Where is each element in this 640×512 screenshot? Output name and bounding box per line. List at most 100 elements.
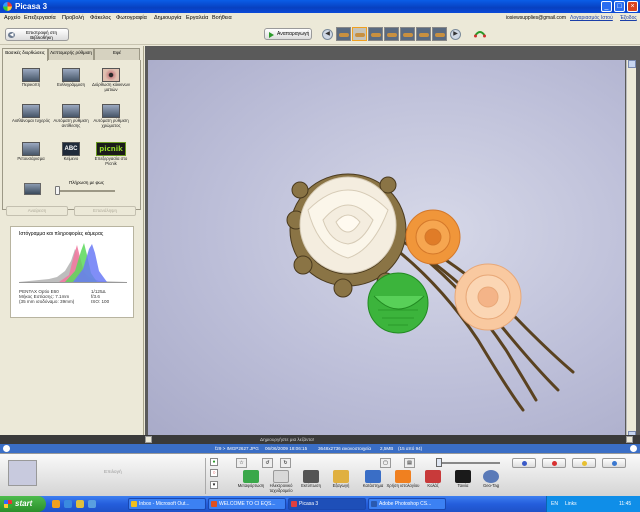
straighten-label: Ευθυγράμμιση <box>57 82 85 87</box>
shop-button[interactable]: Κατάστημα <box>356 470 390 489</box>
redo-button[interactable]: Επανάληψη <box>74 206 136 216</box>
tags-button[interactable] <box>572 458 596 468</box>
straighten-tool[interactable]: Ευθυγράμμιση <box>51 68 91 88</box>
previous-photo-button[interactable]: ◀ <box>322 29 333 40</box>
quicklaunch-outlook-icon[interactable] <box>76 500 84 508</box>
minimize-button[interactable]: _ <box>601 1 612 12</box>
star-button[interactable]: ☆ <box>236 458 247 468</box>
collage-button[interactable]: Κολάζ <box>416 470 450 489</box>
task-browser[interactable]: WELCOME TO CI EQS... <box>208 498 286 510</box>
vertical-scrollbar[interactable] <box>626 60 636 440</box>
straighten-icon <box>62 68 80 82</box>
redeye-tool[interactable]: Διόρθωση κόκκινων ματιών <box>91 68 131 93</box>
menu-create[interactable]: Δημιουργία <box>154 15 181 21</box>
filmstrip-thumbnail[interactable] <box>416 27 431 41</box>
back-to-library-button[interactable]: ◀ Επιστροφή στη Βιβλιοθήκη <box>5 28 69 41</box>
filmstrip-thumbnail-selected[interactable] <box>352 27 367 41</box>
fill-light-slider-track[interactable] <box>57 190 115 192</box>
add-to-album-icon[interactable]: ▾ <box>210 481 218 489</box>
maximize-button[interactable]: □ <box>614 1 625 12</box>
caption-toggle-button[interactable] <box>145 436 152 443</box>
email-button[interactable]: Ηλεκτρονικό ταχυδρομείο <box>264 470 298 493</box>
zoom-slider-track[interactable] <box>440 462 500 464</box>
scroll-up-button[interactable] <box>628 60 636 68</box>
auto-color-tool[interactable]: Αυτόματη ρύθμιση χρώματος <box>91 104 131 129</box>
task-outlook-label: Inbox - Microsoft Out... <box>139 501 190 507</box>
tray-thumbnail[interactable] <box>8 460 37 486</box>
clear-icon[interactable]: ○ <box>210 469 218 477</box>
quicklaunch-ie-icon[interactable] <box>64 500 72 508</box>
tab-tuning[interactable]: Λεπτομερής ρύθμιση <box>48 48 94 60</box>
task-outlook[interactable]: Inbox - Microsoft Out... <box>128 498 206 510</box>
print-button[interactable]: Εκτύπωση <box>294 470 328 489</box>
split-view-button[interactable]: ▤ <box>404 458 415 468</box>
view-mode-button[interactable]: ▢ <box>380 458 391 468</box>
close-button[interactable]: × <box>627 1 638 12</box>
quicklaunch-firefox-icon[interactable] <box>52 500 60 508</box>
auto-contrast-tool[interactable]: Αυτόματη ρύθμιση αντίθεσης <box>51 104 91 129</box>
status-position: (15 από 94) <box>398 446 423 451</box>
export-button[interactable]: Εξαγωγή <box>324 470 358 489</box>
zoom-slider-knob[interactable] <box>436 458 442 467</box>
filmstrip-thumbnail[interactable] <box>432 27 447 41</box>
system-tray: EN Links 11:45 <box>546 496 640 512</box>
undo-button[interactable]: Αναίρεση <box>6 206 68 216</box>
back-arrow-icon: ◀ <box>8 32 15 38</box>
filmstrip-thumbnail[interactable] <box>368 27 383 41</box>
menu-edit[interactable]: Επεξεργασία <box>24 15 56 21</box>
crop-label: Περικοπή <box>21 82 41 87</box>
language-indicator[interactable]: EN <box>551 501 558 507</box>
info-icon[interactable] <box>3 445 10 452</box>
filmstrip-thumbnail[interactable] <box>336 27 351 41</box>
close-panel-icon[interactable] <box>630 445 637 452</box>
play-slideshow-button[interactable]: Αναπαραγωγή <box>264 28 312 40</box>
photo-bobby-pin-flowers <box>286 173 575 412</box>
fill-light-label: Πλήρωση με φως <box>69 180 105 185</box>
clock: 11:45 <box>619 501 632 507</box>
photo[interactable] <box>148 60 625 440</box>
properties-button[interactable] <box>602 458 626 468</box>
menu-tools[interactable]: Εργαλεία <box>186 15 208 21</box>
blog-button[interactable]: Χρήση ιστολογίου <box>386 470 420 489</box>
task-photoshop-label: Adobe Photoshop CS... <box>379 501 432 507</box>
menu-view[interactable]: Προβολή <box>62 15 84 21</box>
filmstrip-thumbnail[interactable] <box>384 27 399 41</box>
links-toolbar[interactable]: Links <box>565 501 577 507</box>
menu-file[interactable]: Αρχείο <box>4 15 20 21</box>
next-photo-button[interactable]: ▶ <box>450 29 461 40</box>
quicklaunch-desktop-icon[interactable] <box>88 500 96 508</box>
menu-folder[interactable]: Φάκελος <box>90 15 111 21</box>
share-icon[interactable] <box>474 30 486 38</box>
rotate-right-button[interactable]: ↻ <box>280 458 291 468</box>
retouch-tool[interactable]: Ρετουσάρισμα <box>11 142 51 162</box>
caption-input[interactable]: Δημιουργήστε μια λεζάντα! <box>260 437 314 442</box>
account-email: iosiewsupplies@gmail.com <box>505 15 566 21</box>
start-button[interactable]: start <box>0 496 46 512</box>
filmstrip-thumbnail[interactable] <box>400 27 415 41</box>
caption-clear-button[interactable] <box>626 436 633 443</box>
web-account-link[interactable]: Λογαριασμός Ιστού <box>570 15 613 21</box>
iso: ISO: 100 <box>91 299 110 305</box>
text-tool[interactable]: ABC Κείμενο <box>51 142 91 162</box>
task-photoshop[interactable]: Adobe Photoshop CS... <box>368 498 446 510</box>
firefox-icon <box>211 501 217 507</box>
upload-button[interactable]: Μεταφόρτωση <box>234 470 268 489</box>
task-picasa[interactable]: Picasa 3 <box>288 498 366 510</box>
fill-light-slider-knob[interactable] <box>55 186 60 195</box>
geotag-button[interactable]: Geo-Tag <box>474 470 508 489</box>
window-title: Picasa 3 <box>15 2 48 11</box>
histogram-title: Ιστόγραμμα και πληροφορίες κάμερας <box>19 231 104 237</box>
task-browser-label: WELCOME TO CI EQS... <box>219 501 276 507</box>
places-button[interactable] <box>542 458 566 468</box>
picnik-tool[interactable]: picnik Επεξεργασία στο Picnik <box>91 142 131 167</box>
menu-picture[interactable]: Φωτογραφία <box>116 15 147 21</box>
hold-icon[interactable]: ● <box>210 458 218 466</box>
menu-help[interactable]: Βοήθεια <box>212 15 232 21</box>
crop-icon <box>22 68 40 82</box>
sign-out-link[interactable]: Έξοδος <box>620 15 637 21</box>
people-button[interactable] <box>512 458 536 468</box>
feeling-lucky-tool[interactable]: Αισθάνομαι τυχερός <box>11 104 51 124</box>
crop-tool[interactable]: Περικοπή <box>11 68 51 88</box>
tab-effects[interactable]: Εφέ <box>94 48 140 60</box>
rotate-left-button[interactable]: ↺ <box>262 458 273 468</box>
